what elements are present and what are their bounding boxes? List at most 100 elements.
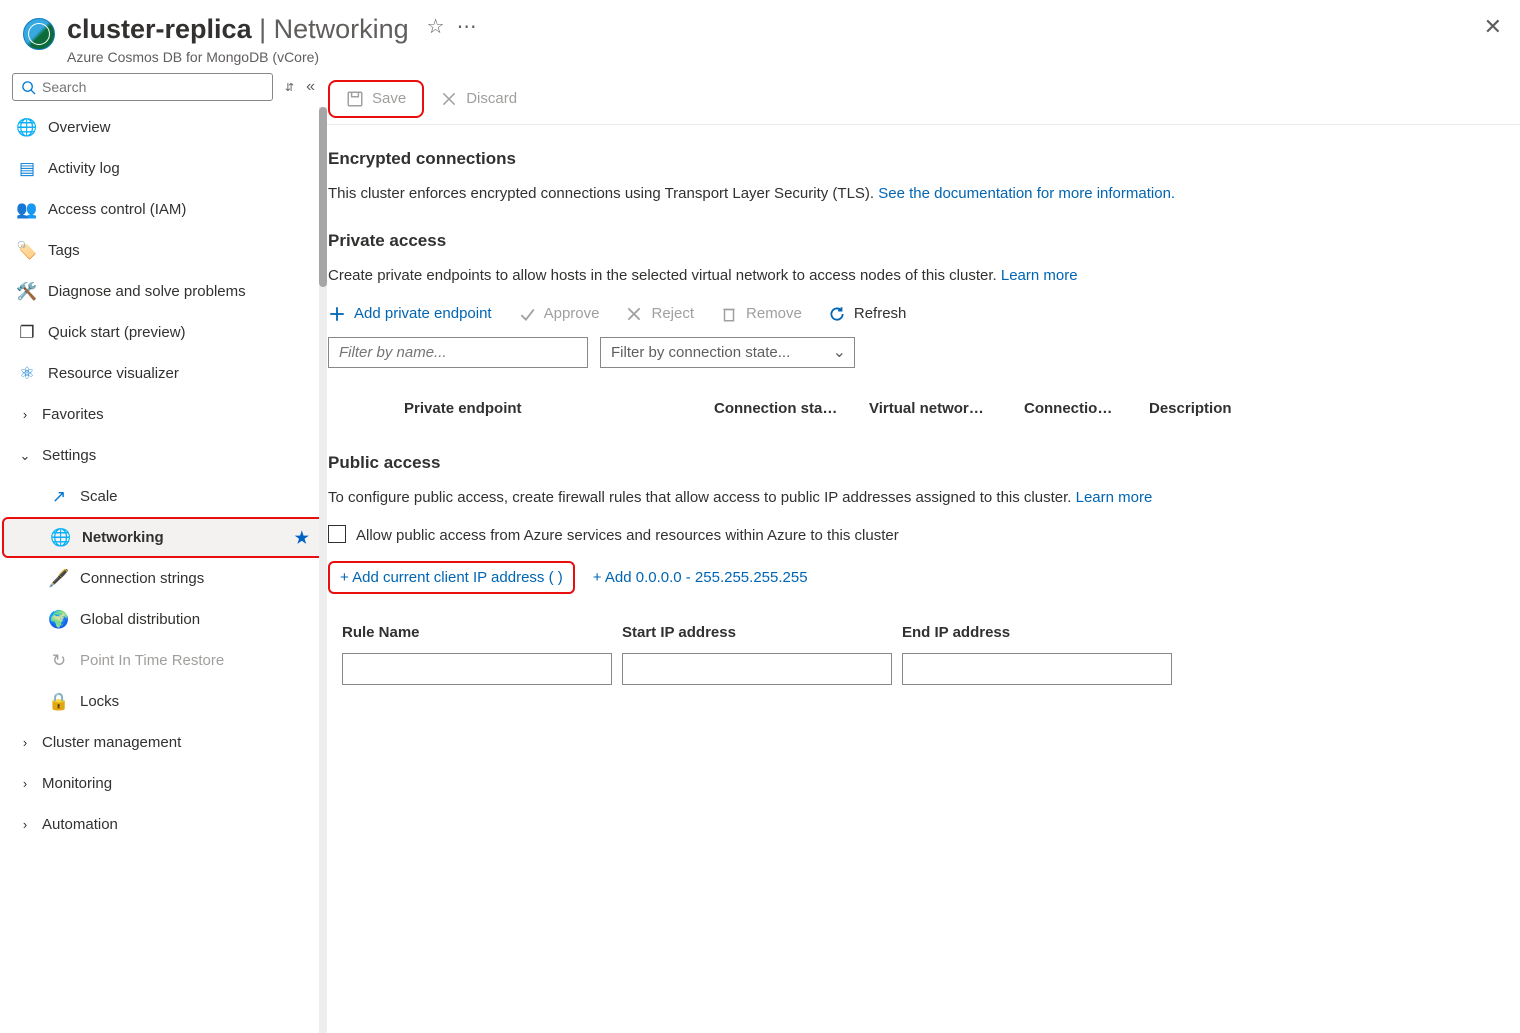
content-pane: Save Discard Encrypted connections This …	[327, 73, 1520, 1033]
firewall-row	[328, 653, 1520, 685]
nav-resource-visualizer[interactable]: ⚛Resource visualizer	[0, 353, 327, 394]
nav-diagnose[interactable]: 🛠️Diagnose and solve problems	[0, 271, 327, 312]
reject-button: Reject	[625, 305, 694, 323]
graph-icon: ⚛	[16, 363, 38, 385]
col-description: Description	[1149, 400, 1299, 417]
section-encrypted: Encrypted connections This cluster enfor…	[327, 149, 1520, 231]
encrypted-title: Encrypted connections	[328, 149, 1520, 169]
nav-favorites[interactable]: ›Favorites	[0, 394, 327, 435]
nav-access-control[interactable]: 👥Access control (IAM)	[0, 189, 327, 230]
save-icon	[346, 90, 364, 108]
page-title: cluster-replica | Networking	[67, 14, 409, 45]
chevron-right-icon: ›	[16, 735, 34, 750]
nav-automation[interactable]: ›Automation	[0, 804, 327, 845]
add-private-endpoint-button[interactable]: Add private endpoint	[328, 305, 492, 323]
add-client-ip-button[interactable]: + Add current client IP address ( )	[328, 561, 575, 594]
wrench-icon: 🛠️	[16, 281, 38, 303]
encrypted-docs-link[interactable]: See the documentation for more informati…	[878, 185, 1175, 202]
log-icon: ▤	[16, 158, 38, 180]
public-text: To configure public access, create firew…	[328, 487, 1520, 509]
nav-cluster-management[interactable]: ›Cluster management	[0, 722, 327, 763]
nav-tags[interactable]: 🏷️Tags	[0, 230, 327, 271]
key-icon: 🖋️	[48, 568, 70, 590]
col-private-endpoint: Private endpoint	[404, 400, 714, 417]
save-button[interactable]: Save	[334, 84, 418, 114]
col-virtual-network: Virtual networ…	[869, 400, 1024, 417]
cube-icon: ❐	[16, 322, 38, 344]
col-connection: Connectio…	[1024, 400, 1149, 417]
nav-scale[interactable]: ↗Scale	[0, 476, 327, 517]
allow-public-row: Allow public access from Azure services …	[328, 522, 1520, 547]
check-icon	[518, 305, 536, 323]
nav-locks[interactable]: 🔒Locks	[0, 681, 327, 722]
search-input[interactable]	[42, 79, 264, 95]
public-learn-more-link[interactable]: Learn more	[1076, 489, 1153, 506]
rule-name-input[interactable]	[342, 653, 612, 685]
filter-state-dropdown[interactable]: Filter by connection state...	[600, 337, 855, 368]
nav-settings[interactable]: ⌄Settings	[0, 435, 327, 476]
search-icon	[21, 80, 36, 95]
scale-icon: ↗	[48, 486, 70, 508]
nav-connection-strings[interactable]: 🖋️Connection strings	[0, 558, 327, 599]
scrollbar-thumb[interactable]	[319, 107, 327, 287]
page-subtitle: Azure Cosmos DB for MongoDB (vCore)	[67, 49, 409, 65]
section-private-access: Private access Create private endpoints …	[327, 231, 1520, 453]
encrypted-text: This cluster enforces encrypted connecti…	[328, 183, 1520, 205]
chevron-right-icon: ›	[16, 817, 34, 832]
filter-name-input[interactable]	[328, 337, 588, 368]
allow-public-checkbox[interactable]	[328, 525, 346, 543]
command-bar: Save Discard	[327, 73, 1520, 125]
private-text: Create private endpoints to allow hosts …	[328, 265, 1520, 287]
nav-activity-log[interactable]: ▤Activity log	[0, 148, 327, 189]
section-public-access: Public access To configure public access…	[327, 453, 1520, 712]
allow-public-label: Allow public access from Azure services …	[356, 527, 899, 544]
nav-pitr: ↻Point In Time Restore	[0, 640, 327, 681]
chevron-right-icon: ›	[16, 776, 34, 791]
private-endpoint-table-header: Private endpoint Connection sta… Virtual…	[328, 390, 1520, 427]
approve-button: Approve	[518, 305, 600, 323]
start-ip-input[interactable]	[622, 653, 892, 685]
cosmos-db-icon	[23, 18, 55, 50]
more-menu-icon[interactable]: ⋯	[457, 14, 478, 39]
restore-icon: ↻	[48, 650, 70, 672]
private-learn-more-link[interactable]: Learn more	[1001, 267, 1078, 284]
chevron-down-icon: ⌄	[16, 448, 34, 464]
col-end-ip: End IP address	[902, 624, 1182, 641]
star-filled-icon: ★	[295, 528, 309, 548]
col-start-ip: Start IP address	[622, 624, 902, 641]
globe2-icon: 🌍	[48, 609, 70, 631]
search-box[interactable]	[12, 73, 273, 101]
page-header: cluster-replica | Networking Azure Cosmo…	[0, 0, 1520, 73]
nav-monitoring[interactable]: ›Monitoring	[0, 763, 327, 804]
sidebar: ⇵ « 🌐Overview ▤Activity log 👥Access cont…	[0, 73, 327, 1033]
chevron-right-icon: ›	[16, 407, 34, 422]
firewall-table-header: Rule Name Start IP address End IP addres…	[328, 624, 1520, 641]
x-icon	[440, 90, 458, 108]
public-title: Public access	[328, 453, 1520, 473]
col-connection-state: Connection sta…	[714, 400, 869, 417]
people-icon: 👥	[16, 199, 38, 221]
tag-icon: 🏷️	[16, 240, 38, 262]
globe-icon: 🌐	[16, 117, 38, 139]
nav-global-distribution[interactable]: 🌍Global distribution	[0, 599, 327, 640]
nav-quickstart[interactable]: ❐Quick start (preview)	[0, 312, 327, 353]
x-icon	[625, 305, 643, 323]
close-icon[interactable]: ✕	[1484, 14, 1502, 40]
lock-icon: 🔒	[48, 691, 70, 713]
favorite-star-icon[interactable]: ☆	[427, 14, 445, 39]
add-ip-range-button[interactable]: + Add 0.0.0.0 - 255.255.255.255	[593, 569, 808, 586]
private-endpoint-toolbar: Add private endpoint Approve Reject	[328, 305, 1520, 323]
nav-networking[interactable]: 🌐Networking★	[2, 517, 325, 558]
expand-icon[interactable]: ⇵	[285, 81, 294, 94]
remove-button: Remove	[720, 305, 802, 323]
refresh-icon	[828, 305, 846, 323]
discard-button[interactable]: Discard	[428, 84, 529, 114]
refresh-button[interactable]: Refresh	[828, 305, 907, 323]
nav-overview[interactable]: 🌐Overview	[0, 107, 327, 148]
end-ip-input[interactable]	[902, 653, 1172, 685]
col-rule-name: Rule Name	[342, 624, 622, 641]
network-icon: 🌐	[50, 527, 72, 549]
private-title: Private access	[328, 231, 1520, 251]
trash-icon	[720, 305, 738, 323]
collapse-sidebar-icon[interactable]: «	[306, 78, 315, 96]
